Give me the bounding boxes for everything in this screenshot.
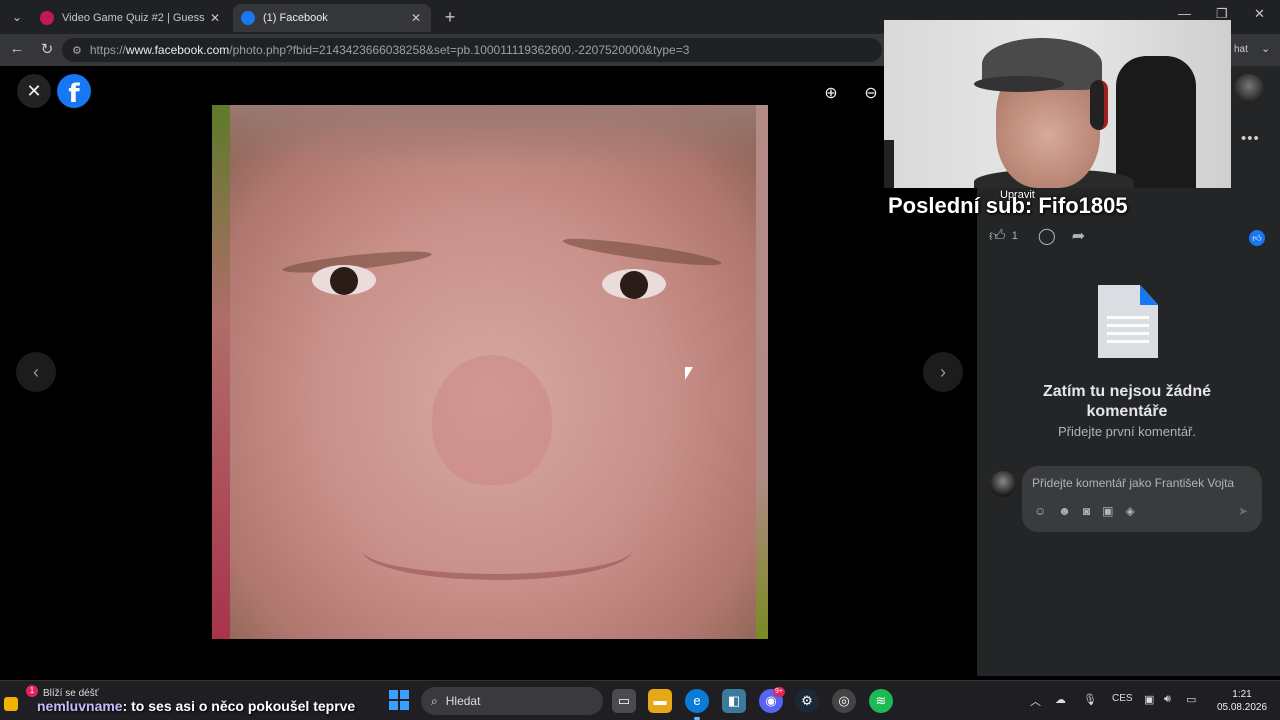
webcam-chair [1116,56,1196,188]
weather-badge: 1 [26,685,38,697]
microphone-icon[interactable]: 🎙︎ [1083,693,1097,706]
new-tab-button[interactable]: + [439,6,461,28]
last-sub-banner: Poslední sub: Fifo1805 [888,193,1128,218]
stream-chat-overlay: nemluvname: to ses asi o něco pokoušel t… [37,698,355,714]
chevron-down-icon[interactable]: ⌄ [1261,42,1270,55]
chat-username: nemluvname [37,698,123,714]
photo-edge-right [756,105,768,639]
search-icon: ⌕ [431,693,438,708]
site-info-icon[interactable]: ⚙ [72,44,82,57]
chat-message: : to ses asi o něco pokoušel teprve [122,698,356,714]
comment-tools: ☺ ☻ ◙ ▣ ◈ [1034,504,1135,518]
photo-viewer: ✕ f ⊕ ⊖ ‹ › [4,66,977,676]
zoom-in-icon[interactable]: ⊕ [817,80,845,108]
facebook-logo-icon[interactable]: f [57,74,91,108]
obs-icon[interactable]: ◎ [832,689,856,713]
close-icon[interactable]: ✕ [17,74,51,108]
no-comments-subtitle: Přidejte první komentář. [1057,424,1196,439]
more-options-icon[interactable]: ••• [1241,130,1260,147]
file-explorer-icon[interactable]: ▬ [648,689,672,713]
tab-search-chevron-icon[interactable]: ⌄ [6,6,28,28]
like-count: 1 [1011,230,1018,242]
photo-left-eye [312,265,376,295]
taskbar-search[interactable]: ⌕ Hledat [421,687,603,715]
discord-badge: 9+ [773,687,785,697]
webcam-mic [884,140,894,188]
clock-date: 05.08.2026 [1216,702,1268,713]
comment-composer: ☺ ☻ ◙ ▣ ◈ ➤ [1022,466,1262,532]
webcam-cap-brim [974,76,1064,92]
tray-overflow-icon[interactable]: ︿ [1030,693,1041,709]
comment-input[interactable] [1032,474,1252,492]
photo-mouth [362,520,632,580]
search-label: Hledat [445,694,481,708]
reload-icon[interactable]: ↻ [36,40,58,58]
url-text: https://www.facebook.com/photo.php?fbid=… [89,43,690,57]
previous-photo-button[interactable]: ‹ [16,352,56,392]
start-button[interactable] [389,690,409,710]
like-reaction-badge-icon: 👍︎ [1249,230,1265,246]
window-close-icon[interactable]: ✕ [1254,6,1265,22]
avatar-sticker-icon[interactable]: ☺ [1034,504,1046,518]
taskbar-clock[interactable]: 1:21 05.08.2026 [1212,688,1272,714]
tab-video-game-quiz[interactable]: Video Game Quiz #2 | Guess the G ✕ [32,4,230,32]
photo-right-brow [561,233,723,271]
store-icon[interactable]: ◧ [722,689,746,713]
tab-title: (1) Facebook [263,12,328,24]
chat-label[interactable]: hat [1234,44,1248,55]
emoji-icon[interactable]: ☻ [1058,504,1071,518]
reaction-bar: 👍︎ 1 ◯ ➦ [989,226,1091,246]
webcam-headset [1090,80,1108,130]
language-indicator[interactable]: CES [1112,693,1133,704]
photo-edge-left [212,105,230,639]
onedrive-icon[interactable]: ☁ [1055,693,1066,706]
account-avatar[interactable] [1234,74,1264,104]
webcam-overlay [884,20,1231,188]
screen: ⌄ Video Game Quiz #2 | Guess the G ✕ (1)… [0,0,1280,720]
document-lines [1107,316,1149,348]
minimize-icon[interactable]: — [1178,6,1191,21]
spotify-icon[interactable]: ≋ [869,689,893,713]
network-icon[interactable]: ▣ [1144,693,1154,706]
weather-icon[interactable] [4,697,18,711]
camera-icon[interactable]: ◙ [1083,504,1090,518]
commenter-avatar[interactable] [990,471,1016,497]
photo-right-eye [602,269,666,299]
photo-hair [212,105,768,165]
facebook-favicon-icon [241,11,255,25]
next-photo-button[interactable]: › [923,352,963,392]
back-arrow-icon[interactable]: ← [6,40,28,57]
comment-icon[interactable]: ◯ [1038,226,1056,246]
task-view-icon[interactable]: ▭ [612,689,636,713]
edge-icon[interactable]: e [685,689,709,713]
tab-title: Video Game Quiz #2 | Guess the G [62,12,208,24]
gif-icon[interactable]: ▣ [1102,504,1113,518]
tab-facebook[interactable]: (1) Facebook ✕ [233,4,431,32]
sticker-icon[interactable]: ◈ [1126,504,1135,518]
tab-close-icon[interactable]: ✕ [409,11,423,25]
battery-icon[interactable]: ▭ [1186,693,1196,706]
clock-time: 1:21 [1232,689,1252,700]
send-icon[interactable]: ➤ [1238,504,1248,518]
photo-nose [432,355,552,485]
youtube-favicon-icon [40,11,54,25]
volume-icon[interactable]: 🔊︎ [1164,693,1171,706]
url-omnibox[interactable]: ⚙ https://www.facebook.com/photo.php?fbi… [62,38,882,62]
tab-close-icon[interactable]: ✕ [208,11,222,25]
steam-icon[interactable]: ⚙ [795,689,819,713]
like-icon[interactable]: 👍︎ [989,227,1006,246]
no-comments-title: Zatím tu nejsou žádné komentáře [1042,383,1211,420]
share-icon[interactable]: ➦ [1072,226,1085,246]
zoom-out-icon[interactable]: ⊖ [857,80,885,108]
